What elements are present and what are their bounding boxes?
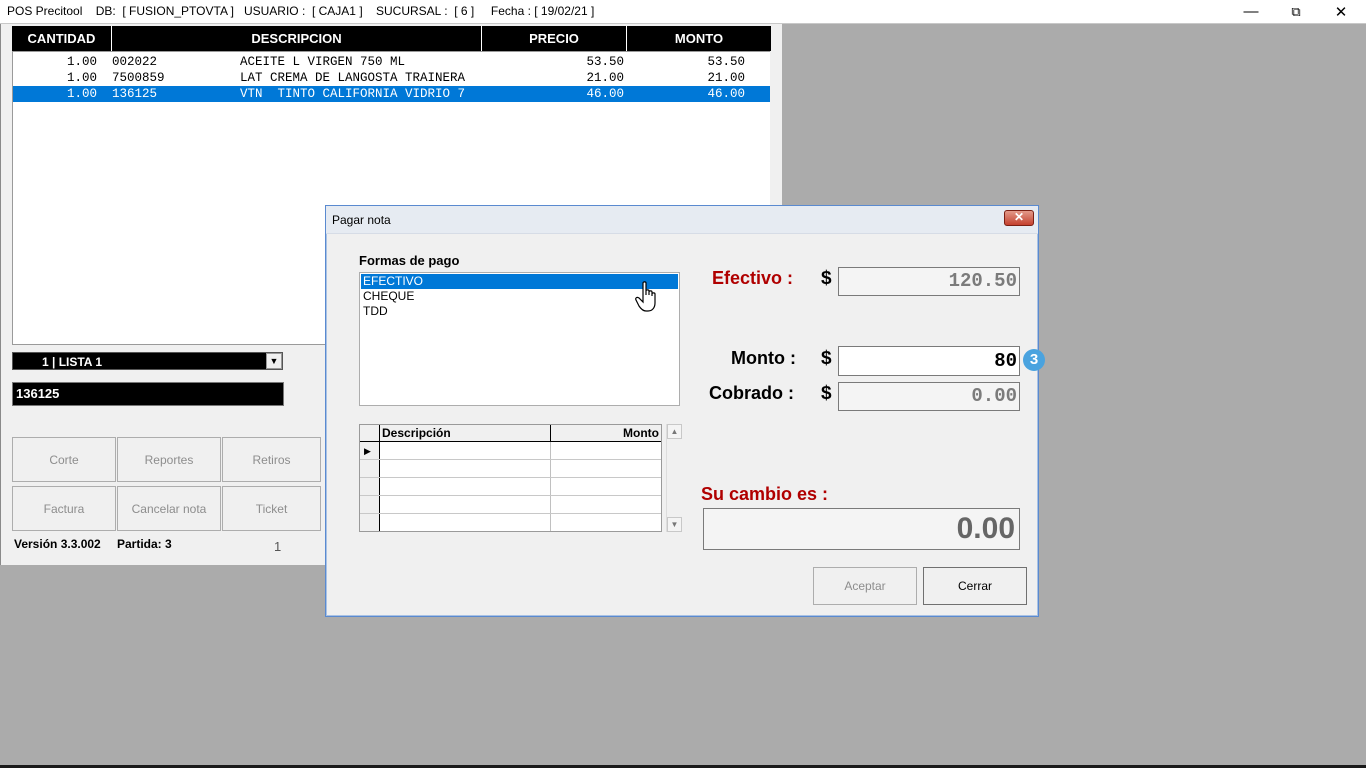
cerrar-button[interactable]: Cerrar <box>923 567 1027 605</box>
list-item-tdd[interactable]: TDD <box>361 304 678 319</box>
monto-label: Monto : <box>731 348 796 368</box>
close-icon: ✕ <box>1013 210 1025 224</box>
payments-grid-header: Descripción Monto <box>360 425 661 442</box>
cell-codigo: 7500859 <box>112 71 165 85</box>
ticket-button[interactable]: Ticket <box>222 486 321 531</box>
formas-de-pago-label: Formas de pago <box>359 253 460 268</box>
column-descripcion[interactable]: DESCRIPCION <box>112 26 482 51</box>
restore-icon: ⧉ <box>1291 3 1301 19</box>
cell-cantidad: 1.00 <box>66 71 97 85</box>
currency-symbol: $ <box>821 268 832 289</box>
current-row-icon: ▶ <box>364 446 371 456</box>
sale-grid-header: CANTIDAD DESCRIPCION PRECIO MONTO <box>12 26 771 51</box>
cobrado-field: 0.00 <box>838 382 1020 411</box>
dialog-close-button[interactable]: ✕ <box>1004 210 1034 226</box>
column-monto[interactable]: Monto <box>623 426 659 440</box>
minimize-icon: — <box>1243 3 1259 20</box>
close-icon: ✕ <box>1334 3 1348 21</box>
cell-codigo: 136125 <box>112 87 158 101</box>
retiros-button[interactable]: Retiros <box>222 437 321 482</box>
dialog-title-bar[interactable]: Pagar nota ✕ <box>326 206 1038 234</box>
pagar-nota-dialog: Pagar nota ✕ Formas de pago EFECTIVO CHE… <box>325 205 1045 617</box>
cell-precio: 53.50 <box>586 55 624 69</box>
window-title: POS Precitool DB: [ FUSION_PTOVTA ] USUA… <box>7 4 595 18</box>
column-descripcion[interactable]: Descripción <box>382 426 451 440</box>
efectivo-label: Efectivo : <box>712 268 794 288</box>
currency-symbol: $ <box>821 383 832 404</box>
aceptar-button[interactable]: Aceptar <box>813 567 917 605</box>
scroll-up-icon[interactable]: ▲ <box>667 424 682 439</box>
currency-symbol: $ <box>821 348 832 369</box>
cell-descripcion: LAT CREMA DE LANGOSTA TRAINERA <box>240 71 466 85</box>
factura-button[interactable]: Factura <box>12 486 116 531</box>
corte-button[interactable]: Corte <box>12 437 116 482</box>
restore-button[interactable]: ⧉ <box>1273 0 1319 23</box>
formas-de-pago-list[interactable]: EFECTIVO CHEQUE TDD <box>359 272 680 406</box>
dialog-title: Pagar nota <box>332 213 391 227</box>
title-bar: POS Precitool DB: [ FUSION_PTOVTA ] USUA… <box>0 0 1366 24</box>
cambio-label: Su cambio es : <box>701 484 829 504</box>
product-code-input[interactable]: 136125 <box>12 382 284 406</box>
column-monto[interactable]: MONTO <box>627 26 771 51</box>
row-line <box>360 477 661 478</box>
step-badge: 3 <box>1023 349 1045 371</box>
row-line <box>360 495 661 496</box>
row-header-corner <box>360 425 380 441</box>
scroll-down-icon[interactable]: ▼ <box>667 517 682 532</box>
cell-monto: 46.00 <box>707 87 745 101</box>
column-divider <box>550 425 551 441</box>
reportes-button[interactable]: Reportes <box>117 437 221 482</box>
column-precio[interactable]: PRECIO <box>482 26 627 51</box>
cell-descripcion: VTN TINTO CALIFORNIA VIDRIO 7 <box>240 87 466 101</box>
cell-precio: 46.00 <box>586 87 624 101</box>
cell-monto: 21.00 <box>707 71 745 85</box>
monto-input[interactable]: 80 <box>838 346 1020 376</box>
row-line <box>360 459 661 460</box>
row-line <box>360 513 661 514</box>
efectivo-field: 120.50 <box>838 267 1020 296</box>
list-item-cheque[interactable]: CHEQUE <box>361 289 678 304</box>
chevron-down-icon[interactable]: ▼ <box>266 353 282 369</box>
price-list-select[interactable]: 1 | LISTA 1 ▼ <box>12 352 283 370</box>
hand-cursor-icon <box>635 281 656 312</box>
column-divider <box>550 442 551 531</box>
cell-codigo: 002022 <box>112 55 158 69</box>
cell-descripcion: ACEITE L VIRGEN 750 ML <box>240 55 406 69</box>
cell-cantidad: 1.00 <box>66 87 97 101</box>
table-row[interactable]: 1.00 002022 ACEITE L VIRGEN 750 ML 53.50… <box>13 54 770 70</box>
cobrado-label: Cobrado : <box>709 383 794 403</box>
table-row-selected[interactable]: 1.00 136125 VTN TINTO CALIFORNIA VIDRIO … <box>13 86 770 102</box>
version-label: Versión 3.3.002 <box>14 537 101 551</box>
close-button[interactable]: ✕ <box>1318 0 1364 23</box>
count-label: 1 <box>274 539 282 554</box>
partida-label: Partida: 3 <box>117 537 172 551</box>
cell-precio: 21.00 <box>586 71 624 85</box>
cancelar-nota-button[interactable]: Cancelar nota <box>117 486 221 531</box>
table-row[interactable]: 1.00 7500859 LAT CREMA DE LANGOSTA TRAIN… <box>13 70 770 86</box>
list-item-efectivo[interactable]: EFECTIVO <box>361 274 678 289</box>
payments-grid[interactable]: Descripción Monto ▶ <box>359 424 662 532</box>
minimize-button[interactable]: — <box>1228 0 1274 23</box>
payments-grid-scrollbar[interactable]: ▲ ▼ <box>666 424 683 532</box>
cambio-field: 0.00 <box>703 508 1020 550</box>
cell-cantidad: 1.00 <box>66 55 97 69</box>
column-cantidad[interactable]: CANTIDAD <box>12 26 112 51</box>
price-list-value: 1 | LISTA 1 <box>42 355 103 369</box>
cell-monto: 53.50 <box>707 55 745 69</box>
